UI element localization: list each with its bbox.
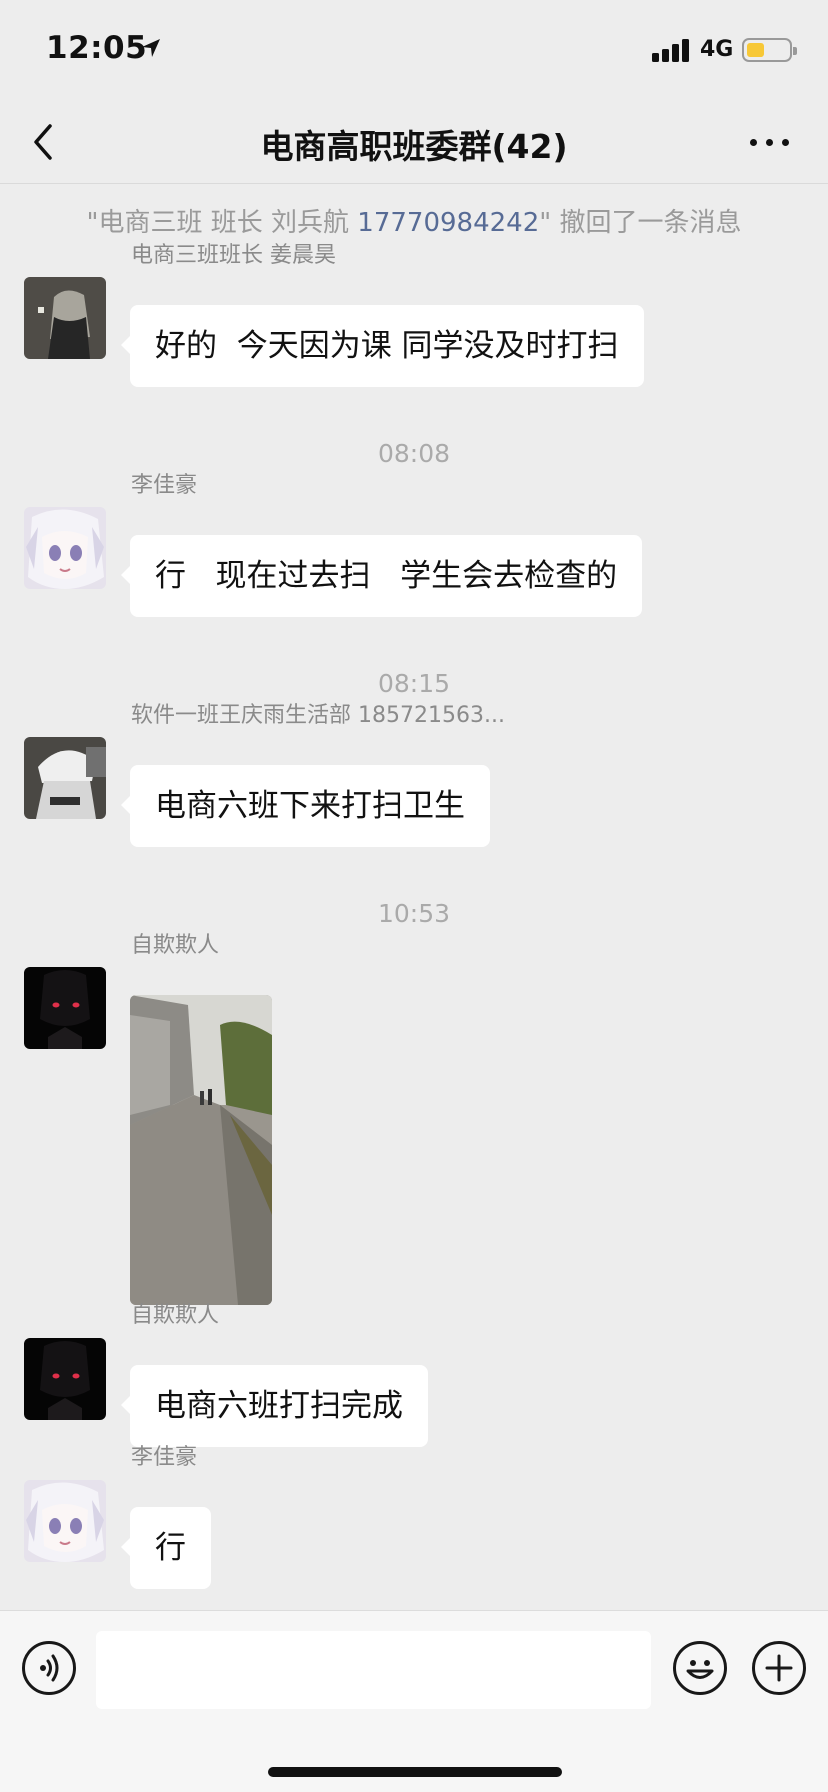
sender-name: 自欺欺人 — [131, 1303, 220, 1328]
message-input[interactable] — [96, 1631, 651, 1709]
avatar-image — [24, 737, 106, 819]
sender-name: 李佳豪 — [131, 473, 198, 498]
message-bubble[interactable]: 行 现在过去扫 学生会去检查的 — [120, 535, 643, 617]
avatar[interactable] — [24, 1338, 106, 1420]
avatar[interactable] — [24, 967, 106, 1049]
battery-icon — [742, 38, 797, 62]
message-bubble[interactable]: 行 — [121, 1507, 211, 1589]
signal-bars-icon — [652, 38, 692, 62]
more-dots-icon[interactable] — [748, 136, 792, 150]
recall-suffix: " 撤回了一条消息 — [539, 208, 742, 238]
message-bubble[interactable]: 电商六班打扫完成 — [121, 1365, 428, 1447]
message-bubble[interactable]: 电商六班下来打扫卫生 — [121, 765, 490, 847]
chat-header: 电商高职班委群(42) — [0, 100, 828, 184]
sender-name: 李佳豪 — [131, 1445, 198, 1470]
avatar-image — [24, 507, 106, 589]
avatar-image — [24, 967, 106, 1049]
sender-name: 自欺欺人 — [131, 933, 220, 958]
plus-icon[interactable] — [752, 1641, 806, 1695]
status-bar: 12:05 4G — [0, 0, 828, 100]
status-time: 12:05 — [46, 30, 148, 66]
voice-icon[interactable] — [22, 1641, 76, 1695]
avatar-image — [24, 277, 106, 359]
message-list[interactable]: "电商三班 班长 刘兵航 17770984242" 撤回了一条消息 电商三班班长… — [0, 185, 828, 1610]
timestamp: 08:08 — [377, 439, 451, 468]
timestamp: 08:15 — [377, 669, 451, 698]
timestamp: 10:53 — [377, 899, 451, 928]
message-bubble[interactable]: 好的 今天因为课 同学没及时打扫 — [121, 305, 644, 387]
sender-name: 电商三班班长 姜晨昊 — [131, 243, 336, 268]
avatar-image — [24, 1480, 106, 1562]
avatar[interactable] — [24, 507, 106, 589]
avatar-image — [24, 1338, 106, 1420]
avatar[interactable] — [24, 1480, 106, 1562]
chat-title: 电商高职班委群(42) — [260, 127, 568, 166]
input-bar — [0, 1610, 828, 1792]
location-arrow-icon — [142, 39, 160, 57]
recall-prefix: "电商三班 班长 刘兵航 — [86, 208, 358, 238]
home-indicator[interactable] — [268, 1767, 562, 1777]
street-photo — [130, 995, 272, 1305]
avatar[interactable] — [24, 277, 106, 359]
image-message[interactable] — [130, 995, 272, 1305]
recall-notice: "电商三班 班长 刘兵航 17770984242" 撤回了一条消息 — [0, 202, 828, 239]
network-type: 4G — [700, 37, 734, 62]
emoji-icon[interactable] — [673, 1641, 727, 1695]
sender-name: 软件一班王庆雨生活部 185721563... — [131, 703, 505, 728]
recall-phone-link[interactable]: 17770984242 — [357, 208, 539, 238]
avatar[interactable] — [24, 737, 106, 819]
